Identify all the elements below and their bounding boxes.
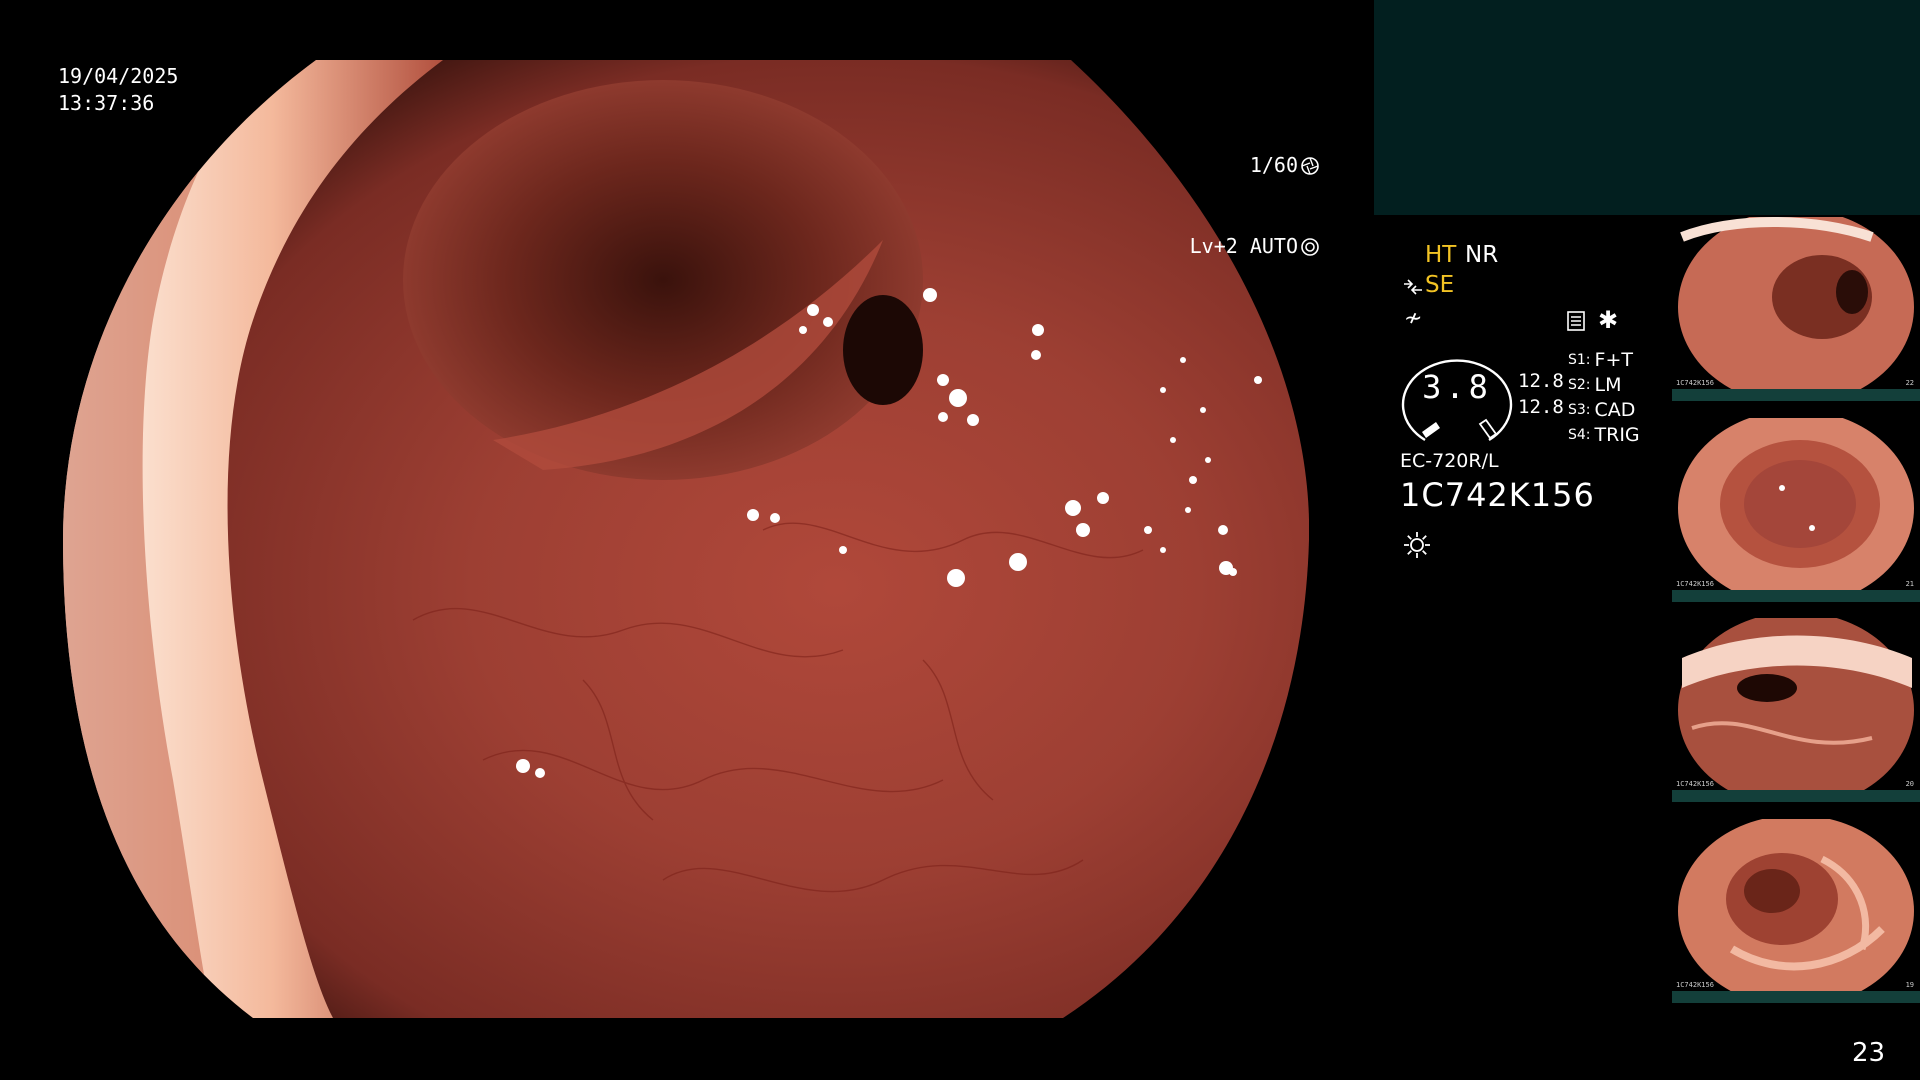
switch-row: S1: F+T	[1568, 348, 1640, 373]
switch-value: TRIG	[1594, 424, 1640, 446]
processor-settings: HT NR SE ≁ ✱ 3.8 12.8 12.8 S1: F+T S2: LM …	[1390, 240, 1680, 570]
capture-thumbnail[interactable]: 1C742K156 20	[1672, 618, 1920, 802]
switch-value: LM	[1594, 374, 1622, 396]
date-text: 19/04/2025	[58, 64, 179, 88]
thumbnail-serial: 1C742K156	[1676, 580, 1714, 588]
thumbnail-ribbon	[1672, 389, 1920, 401]
scope-serial: 1C742K156	[1400, 476, 1595, 514]
thumbnail-serial: 1C742K156	[1676, 379, 1714, 387]
datetime-overlay: 19/04/2025 13:37:36	[58, 63, 178, 117]
light-level-text: Lv+2 AUTO	[1189, 234, 1298, 258]
capture-thumbnail[interactable]: 1C742K156 21	[1672, 418, 1920, 602]
switch-row: S3: CAD	[1568, 398, 1640, 423]
exposure-overlay: 1/60 Lv+2 AUTO	[1170, 98, 1320, 287]
capture-thumbnail[interactable]: 1C742K156 19	[1672, 819, 1920, 1003]
star-icon: ✱	[1598, 306, 1619, 334]
shutter-text: 1/60	[1249, 153, 1298, 177]
gain-value-1: 12.8	[1518, 370, 1564, 392]
thumbnail-number: 19	[1905, 981, 1914, 989]
switch-key: S4:	[1568, 427, 1591, 443]
switch-key: S2:	[1568, 377, 1591, 393]
patient-info-panel	[1374, 0, 1920, 215]
switch-key: S1:	[1568, 352, 1591, 368]
thumbnail-ribbon	[1672, 790, 1920, 802]
thumbnail-ribbon	[1672, 991, 1920, 1003]
nr-indicator: NR	[1465, 242, 1499, 268]
lamp-icon	[1404, 532, 1430, 558]
page-number: 23	[1852, 1038, 1886, 1068]
thumbnail-number: 22	[1905, 379, 1914, 387]
thumbnail-serial: 1C742K156	[1676, 981, 1714, 989]
thumbnail-ribbon	[1672, 590, 1920, 602]
switch-key: S3:	[1568, 402, 1591, 418]
gauge-value: 3.8	[1422, 368, 1492, 406]
filter-icon: ≁	[1404, 306, 1423, 331]
endoscope-live-view	[63, 60, 1309, 1018]
se-indicator: SE	[1425, 272, 1455, 298]
aperture-icon	[1301, 156, 1319, 175]
thumbnail-number: 20	[1905, 780, 1914, 788]
gain-value-2: 12.8	[1518, 396, 1564, 418]
scope-model: EC-720R/L	[1400, 450, 1499, 472]
structure-enhance-icon	[1404, 279, 1422, 295]
memory-icon	[1567, 311, 1585, 331]
capture-thumbnail[interactable]: 1C742K156 22	[1672, 217, 1920, 401]
switch-value: CAD	[1594, 399, 1636, 421]
ht-indicator: HT	[1425, 242, 1457, 268]
thumbnail-serial: 1C742K156	[1676, 780, 1714, 788]
time-text: 13:37:36	[58, 91, 155, 115]
scope-switch-list: S1: F+T S2: LM S3: CAD S4: TRIG	[1568, 348, 1640, 448]
switch-value: F+T	[1594, 349, 1633, 371]
switch-row: S2: LM	[1568, 373, 1640, 398]
switch-row: S4: TRIG	[1568, 423, 1640, 448]
thumbnail-number: 21	[1905, 580, 1914, 588]
auto-iris-icon	[1301, 237, 1319, 256]
